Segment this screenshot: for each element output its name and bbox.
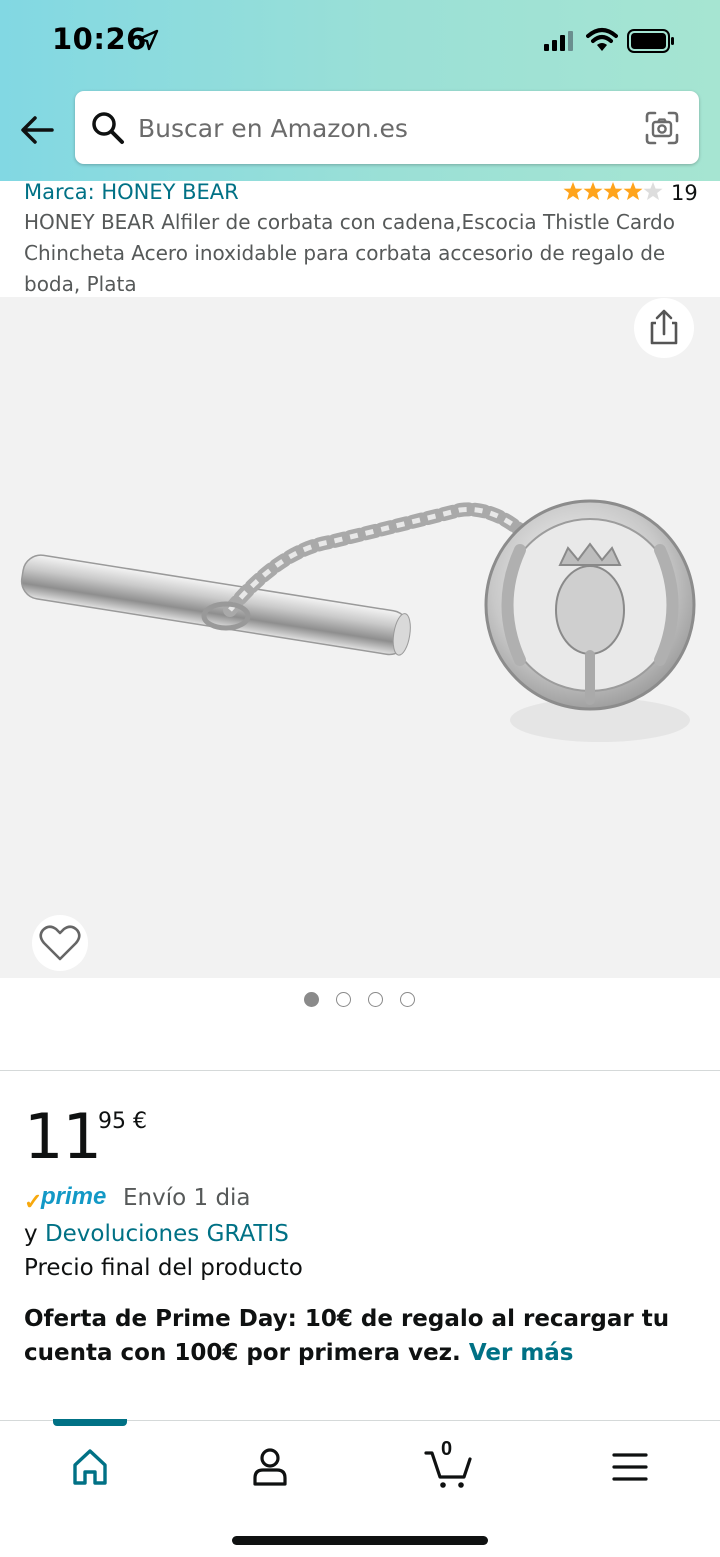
tab-home[interactable]	[60, 1441, 120, 1491]
home-icon	[73, 1449, 107, 1485]
profile-icon	[253, 1448, 287, 1486]
wifi-icon	[586, 28, 618, 51]
rating-star	[623, 182, 643, 200]
rating-stars[interactable]	[563, 180, 663, 202]
section-divider	[0, 1070, 720, 1071]
home-indicator	[232, 1536, 488, 1545]
rating-star	[643, 182, 663, 200]
cart-count: 0	[441, 1438, 453, 1460]
signal-icon	[544, 31, 573, 51]
active-tab-indicator	[53, 1419, 127, 1426]
menu-icon	[612, 1453, 648, 1481]
tab-cart[interactable]: 0	[420, 1438, 480, 1491]
status-time: 10:26	[52, 22, 147, 56]
delivery-info: Envío 1 dia	[123, 1185, 251, 1211]
rating-star	[583, 182, 603, 200]
product-image[interactable]	[0, 470, 720, 790]
search-input[interactable]	[138, 109, 618, 147]
gallery-dot[interactable]	[304, 992, 319, 1007]
share-icon	[650, 309, 678, 345]
returns-line: y Devoluciones GRATIS	[24, 1221, 289, 1247]
product-title: HONEY BEAR Alfiler de corbata con cadena…	[24, 210, 675, 296]
offer-more-link[interactable]: Ver más	[469, 1340, 574, 1366]
free-returns-link[interactable]: Devoluciones GRATIS	[45, 1221, 289, 1247]
prime-check-icon: ✓	[24, 1189, 43, 1214]
rating-star	[563, 182, 583, 200]
gallery-dot[interactable]	[368, 992, 383, 1007]
brand-link[interactable]: Marca: HONEY BEAR	[24, 180, 239, 204]
tab-menu[interactable]	[600, 1441, 660, 1491]
gallery-pagination[interactable]	[304, 992, 415, 1007]
battery-icon	[627, 29, 674, 53]
gallery-dot[interactable]	[336, 992, 351, 1007]
prime-logo: ✓ prime	[24, 1183, 114, 1214]
share-button[interactable]	[634, 298, 694, 358]
search-bar[interactable]	[75, 91, 699, 164]
favorite-button[interactable]	[32, 915, 88, 971]
returns-prefix: y	[24, 1221, 38, 1247]
final-price-note: Precio final del producto	[24, 1255, 303, 1281]
gallery-dot[interactable]	[400, 992, 415, 1007]
camera-search-icon[interactable]	[644, 110, 680, 146]
back-arrow-icon[interactable]	[18, 110, 58, 150]
rating-star	[603, 182, 623, 200]
heart-icon	[39, 925, 81, 961]
rating-count[interactable]: 19	[671, 181, 698, 205]
location-arrow-icon	[137, 29, 159, 51]
price-fraction: 95 €	[98, 1109, 147, 1134]
prime-day-offer: Oferta de Prime Day: 10€ de regalo al re…	[24, 1302, 704, 1370]
price-whole: 11	[24, 1100, 102, 1173]
search-icon	[92, 112, 124, 144]
prime-label: prime	[41, 1183, 107, 1210]
header-area: 10:26	[0, 0, 720, 181]
tab-profile[interactable]	[240, 1441, 300, 1491]
